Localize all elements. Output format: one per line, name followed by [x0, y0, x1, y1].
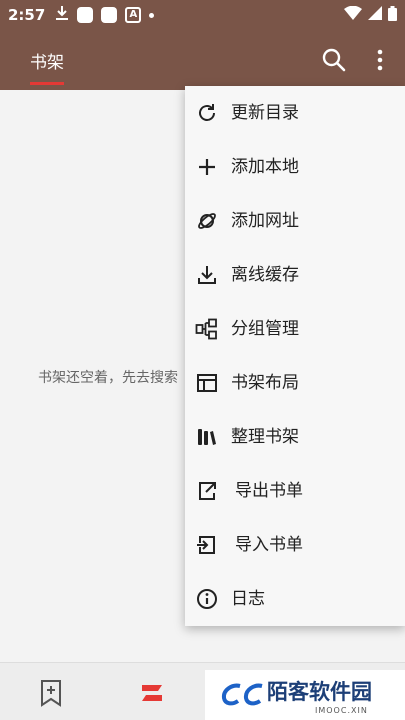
menu-item-organize-bookshelf[interactable]: 整理书架	[185, 410, 405, 464]
menu-item-bookshelf-layout[interactable]: 书架布局	[185, 356, 405, 410]
menu-item-label: 导出书单	[235, 481, 303, 501]
menu-item-update-catalog[interactable]: 更新目录	[185, 86, 405, 140]
planet-icon	[195, 209, 219, 233]
tab-bookshelf[interactable]: 书架	[30, 30, 64, 90]
menu-item-add-local[interactable]: 添加本地	[185, 140, 405, 194]
menu-item-export-booklist[interactable]: 导出书单	[185, 464, 405, 518]
watermark-title: 陌客软件园	[267, 679, 372, 704]
tab-indicator	[30, 82, 64, 85]
import-icon	[195, 533, 219, 557]
plus-icon	[195, 155, 219, 179]
menu-item-label: 分组管理	[231, 319, 299, 339]
menu-item-label: 更新目录	[231, 103, 299, 123]
empty-bookshelf-message: 书架还空着，先去搜索	[38, 370, 178, 386]
source-s-icon	[142, 685, 162, 701]
nav-bookshelf[interactable]	[38, 679, 64, 707]
refresh-icon	[195, 101, 219, 125]
watermark: 陌客软件园 IMOOC.XIN	[205, 670, 405, 720]
menu-item-label: 导入书单	[235, 535, 303, 555]
a-notification-icon: A	[125, 7, 142, 23]
layout-icon	[195, 371, 219, 395]
status-time: 2:57	[8, 6, 46, 24]
menu-item-label: 添加网址	[231, 211, 299, 231]
menu-item-label: 日志	[231, 589, 265, 609]
export-icon	[195, 479, 219, 503]
watermark-subtitle: IMOOC.XIN	[315, 706, 368, 715]
more-vert-icon	[377, 49, 383, 71]
menu-item-import-booklist[interactable]: 导入书单	[185, 518, 405, 572]
menu-item-label: 整理书架	[231, 427, 299, 447]
menu-item-label: 添加本地	[231, 157, 299, 177]
more-options-button[interactable]	[370, 46, 390, 74]
battery-icon	[388, 5, 397, 25]
more-notifications-dot-icon	[149, 12, 155, 18]
group-icon	[195, 317, 219, 341]
download-notification-icon	[55, 5, 69, 25]
app-notification-icon	[77, 7, 94, 23]
books-icon	[195, 425, 219, 449]
menu-item-label: 书架布局	[231, 373, 299, 393]
info-icon	[195, 587, 219, 611]
watermark-logo-icon	[220, 680, 268, 708]
menu-item-group-management[interactable]: 分组管理	[185, 302, 405, 356]
app-bar: 书架	[0, 30, 405, 90]
menu-item-add-url[interactable]: 添加网址	[185, 194, 405, 248]
menu-item-label: 离线缓存	[231, 265, 299, 285]
signal-icon	[368, 6, 382, 24]
menu-item-offline-cache[interactable]: 离线缓存	[185, 248, 405, 302]
status-bar: 2:57 A	[0, 0, 405, 30]
download-icon	[195, 263, 219, 287]
nav-explore[interactable]	[138, 681, 166, 705]
wifi-icon	[344, 5, 362, 24]
bookmark-add-icon	[41, 680, 61, 707]
overflow-menu: 更新目录 添加本地 添加网址 离线缓存 分组管理 书架布局 整理书架 导出书单 …	[185, 86, 405, 626]
search-icon	[322, 48, 346, 72]
app-notification-icon	[101, 7, 118, 23]
search-button[interactable]	[320, 46, 348, 74]
menu-item-log[interactable]: 日志	[185, 572, 405, 626]
